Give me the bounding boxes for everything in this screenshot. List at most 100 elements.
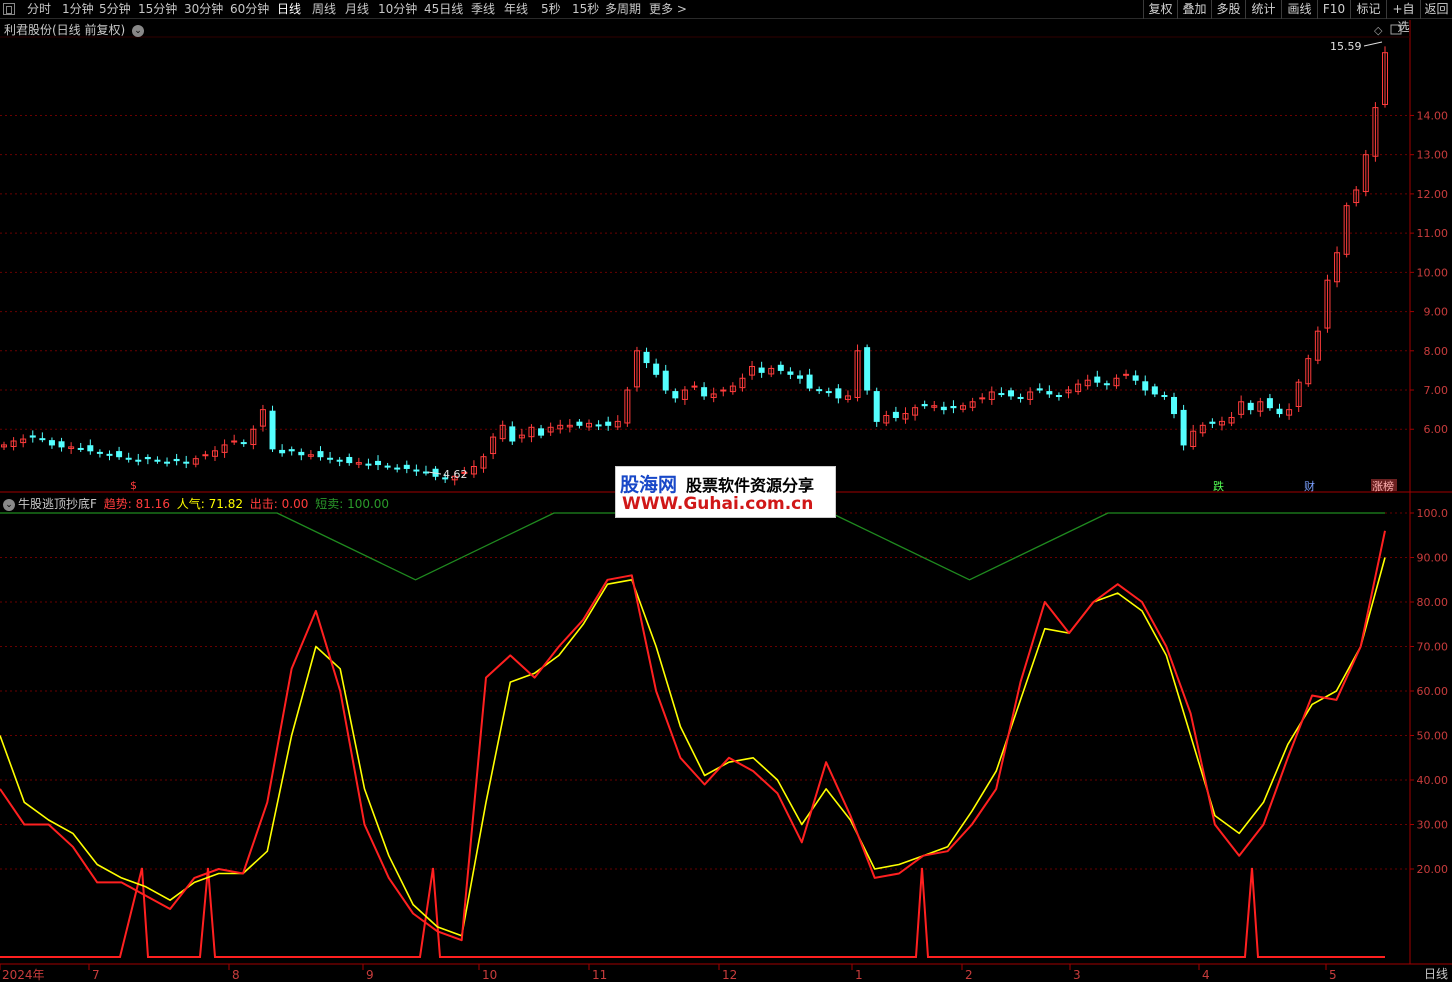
indicator-axis-label: 40.00 xyxy=(1417,774,1449,787)
indicator-value-label: 趋势: xyxy=(103,497,132,511)
candle-body xyxy=(317,451,324,458)
candle-body xyxy=(279,449,286,454)
price-axis-label: 8.00 xyxy=(1424,345,1449,358)
event-marker: $ xyxy=(130,479,137,492)
event-tag-1: 跌 xyxy=(1213,479,1224,493)
candle-body xyxy=(422,471,429,474)
candle-body xyxy=(921,404,928,407)
candle-body xyxy=(777,364,784,371)
chevron-down-icon[interactable]: ⌄ xyxy=(132,24,145,37)
xaxis-label: 3 xyxy=(1073,968,1081,982)
watermark: 股海网 股票软件资源分享 WWW.Guhai.com.cn xyxy=(615,466,836,518)
price-axis-label: 14.00 xyxy=(1417,109,1449,122)
candle-body xyxy=(940,406,947,411)
indicator-axis-label: 70.00 xyxy=(1417,641,1449,654)
candle-body xyxy=(662,370,669,391)
candle-body xyxy=(77,447,84,450)
candle-body xyxy=(864,347,871,391)
event-tag-2: 财 xyxy=(1304,479,1315,493)
candle-body xyxy=(643,351,650,364)
candle-body xyxy=(1171,396,1178,415)
candle-body xyxy=(403,464,410,469)
candle-body xyxy=(1151,386,1158,395)
candle-body xyxy=(1123,373,1130,376)
candle-body xyxy=(1247,402,1254,411)
price-axis-label: 11.00 xyxy=(1417,227,1449,240)
indicator-name[interactable]: 牛股逃顶抄底F xyxy=(18,497,97,511)
candle-body xyxy=(288,449,295,452)
candle-body xyxy=(298,451,305,456)
candle-body xyxy=(538,428,545,436)
candle-body xyxy=(1180,409,1187,446)
candle-body xyxy=(873,391,880,422)
candle-body xyxy=(1209,421,1216,424)
attack-signal-line xyxy=(0,867,1385,958)
candle-body xyxy=(154,459,161,462)
candle-body xyxy=(806,374,813,389)
stock-chart-window: { "toolbar": { "periods": ["分时","1分钟","5… xyxy=(0,0,1452,982)
candle-body xyxy=(135,459,142,462)
main-chart-title[interactable]: 利君股份(日线 前复权) ⌄ xyxy=(4,21,145,38)
xaxis-label: 9 xyxy=(366,968,374,982)
candle-body xyxy=(796,375,803,379)
candle-body xyxy=(672,391,679,399)
candle-body xyxy=(998,393,1005,396)
candle-body xyxy=(384,465,391,468)
candle-body xyxy=(336,459,343,462)
event-tag-3: 涨榜 xyxy=(1372,479,1394,493)
min-price-label: 4.62 xyxy=(443,468,468,481)
candle-body xyxy=(39,438,46,441)
indicator-axis-label: 80.00 xyxy=(1417,596,1449,609)
candle-body xyxy=(758,367,765,373)
indicator-value: 81.16 xyxy=(131,497,174,511)
candle-body xyxy=(375,460,382,466)
candle-body xyxy=(595,424,602,427)
indicator-value-label: 出击: xyxy=(249,497,278,511)
candle-body xyxy=(240,442,247,445)
candle-body xyxy=(1161,395,1168,398)
watermark-url: WWW.Guhai.com.cn xyxy=(622,494,814,514)
candle-body xyxy=(394,467,401,470)
candle-body xyxy=(106,453,113,456)
candle-body xyxy=(1132,375,1139,381)
candle-body xyxy=(48,440,55,446)
candle-body xyxy=(183,461,190,464)
candle-body xyxy=(892,411,899,418)
candle-body xyxy=(164,461,171,464)
candle-body xyxy=(144,456,151,460)
price-axis-label: 6.00 xyxy=(1424,423,1449,436)
candle-body xyxy=(58,441,65,448)
indicator-value-label: 人气: xyxy=(176,497,205,511)
candle-body xyxy=(1103,383,1110,386)
indicator-values: 趋势: 81.16 人气: 71.82 出击: 0.00 短卖: 100.00 xyxy=(104,497,392,511)
candle-body xyxy=(605,421,612,426)
indicator-axis-label: 50.00 xyxy=(1417,730,1449,743)
candle-body xyxy=(825,391,832,394)
price-axis-label: 12.00 xyxy=(1417,188,1449,201)
xaxis-label: 11 xyxy=(592,968,607,982)
candle-body xyxy=(816,389,823,392)
candle-body xyxy=(1094,376,1101,383)
candle-body xyxy=(979,397,986,400)
candle-body xyxy=(509,426,516,442)
indicator-axis-label: 100.0 xyxy=(1417,507,1449,520)
candle-body xyxy=(950,405,957,409)
candle-body xyxy=(29,435,36,438)
price-axis-label: 10.00 xyxy=(1417,266,1449,279)
xaxis-label: 5 xyxy=(1329,968,1337,982)
candle-body xyxy=(1007,390,1014,397)
candle-body xyxy=(787,371,794,375)
watermark-logo: 股海网 xyxy=(620,474,678,496)
candle-body xyxy=(96,451,103,454)
price-axis-label: 7.00 xyxy=(1424,384,1449,397)
candle-body xyxy=(87,445,94,452)
chevron-down-icon[interactable]: ⌄ xyxy=(3,498,15,511)
xaxis-label: 2024年 xyxy=(2,968,45,982)
max-price-label: 15.59 xyxy=(1330,40,1362,53)
candle-body xyxy=(125,457,132,460)
candle-body xyxy=(835,388,842,399)
watermark-text: 股票软件资源分享 xyxy=(686,476,815,495)
candle-body xyxy=(576,421,583,426)
indicator-axis-label: 90.00 xyxy=(1417,552,1449,565)
candle-body xyxy=(1276,408,1283,415)
